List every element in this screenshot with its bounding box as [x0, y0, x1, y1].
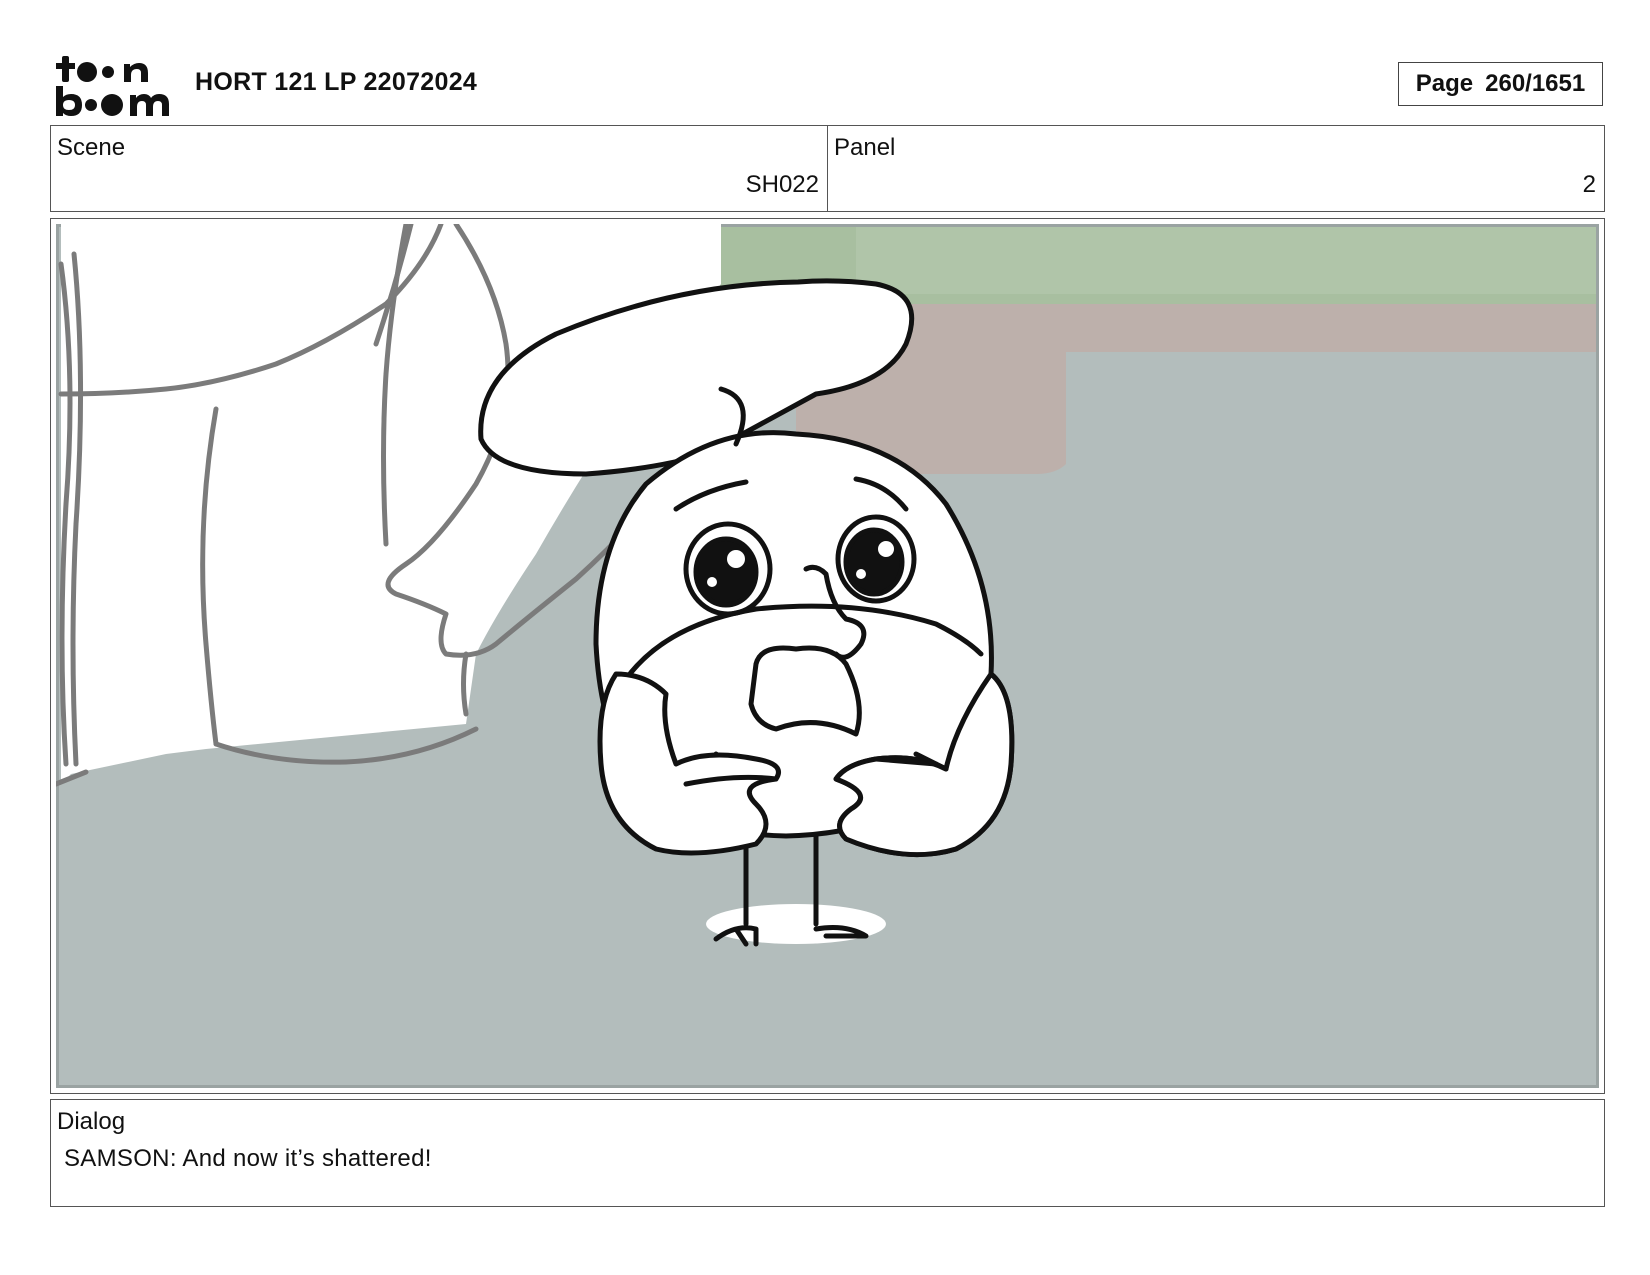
scene-label: Scene: [57, 134, 126, 161]
panel-label: Panel: [834, 134, 896, 161]
page-label: Page: [1415, 70, 1474, 97]
scene-value: SH022: [745, 171, 819, 198]
scene-panel-row: Scene SH022 Panel 2: [50, 125, 1605, 212]
project-title: HORT 121 LP 22072024: [195, 68, 478, 96]
dialog-box: Dialog SAMSON: And now it’s shattered!: [50, 1099, 1605, 1207]
panel-value: 2: [1582, 171, 1596, 198]
panel-cell: Panel 2: [827, 126, 1604, 211]
storyboard-drawing: [56, 224, 1599, 1088]
scene-cell: Scene SH022: [51, 126, 827, 211]
dialog-label: Dialog: [57, 1108, 126, 1135]
storyboard-panel: [50, 218, 1605, 1094]
page-counter: Page 260/1651: [1398, 62, 1603, 106]
dialog-text: SAMSON: And now it’s shattered!: [64, 1145, 432, 1172]
page-number: 260/1651: [1485, 70, 1586, 97]
toonboom-logo: [56, 56, 169, 116]
